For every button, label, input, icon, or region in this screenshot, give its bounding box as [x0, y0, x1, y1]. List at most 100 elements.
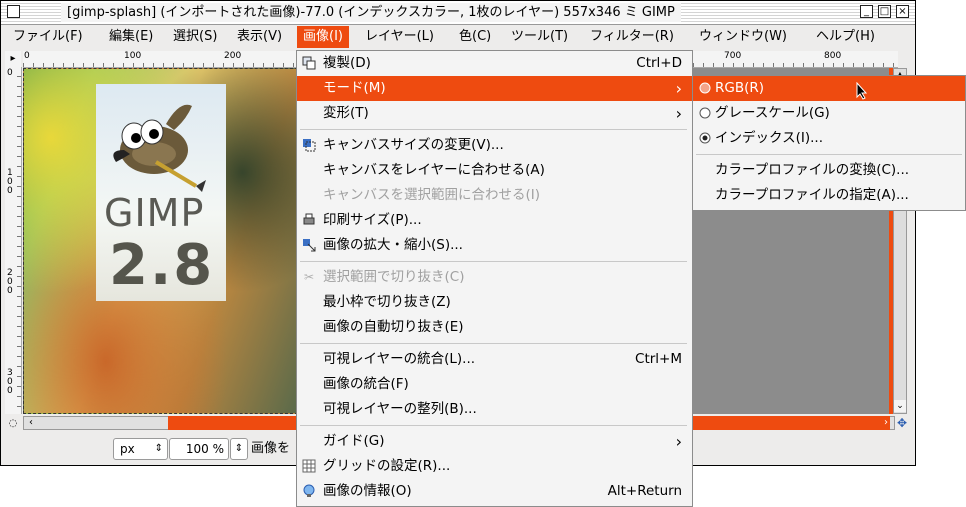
menu-layer[interactable]: レイヤー(L)	[359, 26, 440, 48]
radio-unchecked-icon	[699, 82, 711, 94]
menu-item-label: 最小枠で切り抜き(Z)	[323, 294, 451, 310]
duplicate-icon	[302, 56, 316, 70]
menu-bar: ファイル(F) 編集(E) 選択(S) 表示(V) 画像(I) レイヤー(L) …	[1, 25, 915, 49]
window-title: [gimp-splash] (インポートされた画像)-77.0 (インデックスカ…	[61, 3, 681, 22]
window-menu-icon[interactable]	[7, 5, 20, 18]
radio-unchecked-icon	[699, 107, 711, 119]
menu-item-label: 可視レイヤーの整列(B)...	[323, 401, 477, 417]
scroll-left-icon[interactable]: ‹	[25, 417, 37, 429]
menu-item-label: 画像の自動切り抜き(E)	[323, 319, 464, 335]
ruler-label: 0	[7, 68, 13, 78]
menu-item-crop-content[interactable]: 最小枠で切り抜き(Z)	[297, 290, 692, 315]
menu-item-label: カラープロファイルの変換(C)...	[715, 162, 910, 178]
ruler-label: 100	[124, 51, 142, 61]
menu-item-label: 印刷サイズ(P)...	[323, 212, 422, 228]
minimize-icon[interactable]: _	[860, 5, 873, 18]
splash-version: 2.8	[109, 233, 215, 298]
ruler-label: 0	[24, 51, 30, 61]
crop-icon: ✂	[303, 270, 315, 284]
chevron-updown-icon: ⇕	[154, 443, 163, 454]
close-icon[interactable]: ×	[896, 5, 909, 18]
menu-item-merge-visible[interactable]: 可視レイヤーの統合(L)... Ctrl+M	[297, 347, 692, 372]
menu-item-label: カラープロファイルの指定(A)...	[715, 187, 909, 203]
menu-item-guides[interactable]: ガイド(G) ›	[297, 429, 692, 454]
navigate-corner-icon[interactable]: ◌	[6, 417, 20, 431]
unit-selector[interactable]: px ⇕	[113, 438, 168, 460]
menu-item-arrange-layers[interactable]: 可視レイヤーの整列(B)...	[297, 397, 692, 422]
zoom-dropdown-icon[interactable]: ⇕	[230, 438, 248, 460]
submenu-item-grayscale[interactable]: グレースケール(G)	[693, 101, 965, 126]
menu-item-scale-image[interactable]: 画像の拡大・縮小(S)...	[297, 233, 692, 258]
chevron-right-icon: ›	[675, 104, 682, 123]
menu-item-label: キャンバスサイズの変更(V)...	[323, 137, 504, 153]
menu-item-fit-canvas-selection: キャンバスを選択範囲に合わせる(I)	[297, 183, 692, 208]
ruler-label: 2 0 0	[7, 268, 13, 296]
menu-item-image-info[interactable]: 画像の情報(O) Alt+Return	[297, 479, 692, 504]
menu-item-fit-canvas-layers[interactable]: キャンバスをレイヤーに合わせる(A)	[297, 158, 692, 183]
unit-value: px	[120, 442, 135, 456]
ruler-label: 200	[224, 51, 242, 61]
menu-windows[interactable]: ウィンドウ(W)	[693, 26, 793, 48]
submenu-item-indexed[interactable]: インデックス(I)...	[693, 126, 965, 151]
menu-item-label: 画像の拡大・縮小(S)...	[323, 237, 463, 253]
navigate-icon[interactable]: ✥	[895, 416, 909, 430]
menu-file[interactable]: ファイル(F)	[7, 26, 89, 48]
menu-item-autocrop[interactable]: 画像の自動切り抜き(E)	[297, 315, 692, 340]
menu-item-label: キャンバスを選択範囲に合わせる(I)	[323, 187, 541, 203]
scroll-down-icon[interactable]: ⌄	[894, 400, 906, 412]
submenu-item-rgb[interactable]: RGB(R)	[693, 76, 965, 101]
menu-item-label: RGB(R)	[715, 80, 765, 96]
vertical-ruler[interactable]: 0 1 0 0 2 0 0 3 0 0	[5, 67, 22, 414]
menu-tools[interactable]: ツール(T)	[505, 26, 574, 48]
mode-submenu: RGB(R) グレースケール(G) インデックス(I)... カラープロファイル…	[692, 75, 966, 211]
chevron-right-icon: ›	[675, 432, 682, 451]
mouse-pointer-icon	[856, 81, 868, 100]
info-icon	[302, 484, 316, 498]
menu-view[interactable]: 表示(V)	[231, 26, 288, 48]
ruler-label: 700	[724, 51, 742, 61]
menu-help[interactable]: ヘルプ(H)	[810, 26, 881, 48]
maximize-icon[interactable]: □	[878, 5, 891, 18]
menu-item-mode[interactable]: モード(M) ›	[297, 76, 692, 101]
ruler-label: 800	[824, 51, 842, 61]
menu-image[interactable]: 画像(I)	[297, 26, 349, 48]
print-size-icon	[302, 213, 316, 227]
menu-item-label: 画像の情報(O)	[323, 483, 412, 499]
radio-checked-icon	[699, 132, 711, 144]
quick-mask-corner-icon[interactable]: ▸	[5, 51, 21, 67]
menu-item-label: 可視レイヤーの統合(L)...	[323, 351, 476, 367]
menu-item-label: 複製(D)	[323, 55, 371, 71]
scroll-right-icon[interactable]: ›	[880, 417, 892, 429]
menu-item-print-size[interactable]: 印刷サイズ(P)...	[297, 208, 692, 233]
submenu-item-convert-profile[interactable]: カラープロファイルの変換(C)...	[693, 158, 965, 183]
title-bar[interactable]: [gimp-splash] (インポートされた画像)-77.0 (インデックスカ…	[1, 1, 915, 25]
grid-icon	[302, 459, 316, 473]
splash-gimp-word: GIMP	[104, 191, 205, 235]
menu-item-label: インデックス(I)...	[715, 130, 823, 146]
wilber-mascot-icon	[113, 104, 206, 192]
menu-item-label: ガイド(G)	[323, 433, 385, 449]
menu-colors[interactable]: 色(C)	[453, 26, 497, 48]
menu-separator	[300, 343, 687, 344]
zoom-input[interactable]: 100 %	[169, 438, 229, 460]
menu-item-duplicate[interactable]: 複製(D) Ctrl+D	[297, 51, 692, 76]
menu-separator	[300, 425, 687, 426]
scale-icon	[302, 238, 316, 252]
menu-item-label: 変形(T)	[323, 105, 369, 121]
menu-item-label: 画像の統合(F)	[323, 376, 409, 392]
menu-filters[interactable]: フィルター(R)	[584, 26, 680, 48]
menu-item-canvas-size[interactable]: キャンバスサイズの変更(V)...	[297, 133, 692, 158]
menu-item-label: 選択範囲で切り抜き(C)	[323, 269, 465, 285]
menu-item-transform[interactable]: 変形(T) ›	[297, 101, 692, 126]
ruler-label: 3 0 0	[7, 368, 13, 396]
menu-separator	[300, 129, 687, 130]
menu-item-accel: Alt+Return	[607, 483, 682, 499]
menu-edit[interactable]: 編集(E)	[103, 26, 159, 48]
ruler-label: 1 0 0	[7, 168, 13, 196]
menu-item-grid[interactable]: グリッドの設定(R)...	[297, 454, 692, 479]
menu-item-flatten[interactable]: 画像の統合(F)	[297, 372, 692, 397]
menu-select[interactable]: 選択(S)	[167, 26, 223, 48]
submenu-item-assign-profile[interactable]: カラープロファイルの指定(A)...	[693, 183, 965, 208]
menu-item-crop-selection: ✂ 選択範囲で切り抜き(C)	[297, 265, 692, 290]
canvas-size-icon	[302, 138, 316, 152]
